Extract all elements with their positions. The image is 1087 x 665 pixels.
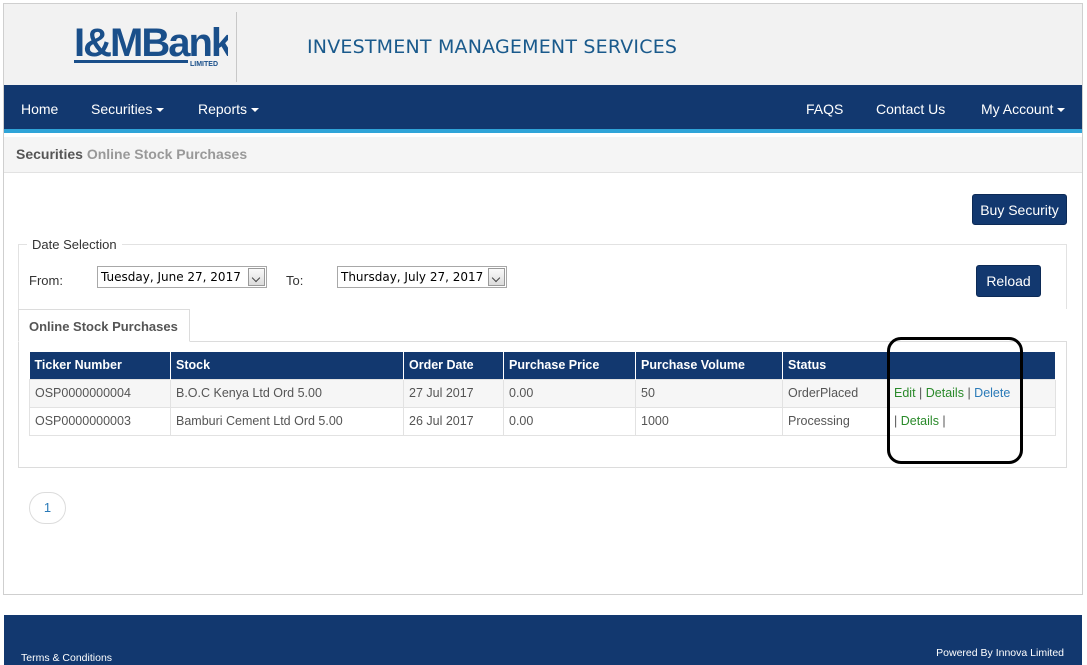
chevron-down-icon [1057,108,1066,113]
cell-ticker: OSP0000000003 [29,406,171,436]
nav-home[interactable]: Home [21,85,58,133]
cell-order-date: 27 Jul 2017 [403,378,504,408]
nav-faqs-label: FAQS [806,101,844,117]
nav-faqs[interactable]: FAQS [806,85,843,133]
cell-order-date: 26 Jul 2017 [403,406,504,436]
action-separator: | [938,414,946,428]
nav-securities-label: Securities [91,101,153,117]
action-separator: | [894,414,901,428]
chevron-down-icon [156,108,165,113]
site-footer: Terms & Conditions Powered By Innova Lim… [4,615,1082,665]
site-header: I&MBank LIMITED INVESTMENT MANAGEMENT SE… [4,4,1082,85]
cell-actions: Edit | Details | Delete [888,378,1056,408]
col-purchase-volume[interactable]: Purchase Volume [635,352,783,379]
cell-status: Processing [782,406,889,436]
cell-ticker: OSP0000000004 [29,378,171,408]
site-title: INVESTMENT MANAGEMENT SERVICES [307,36,678,58]
nav-account-label: My Account [981,101,1054,117]
reload-button[interactable]: Reload [976,265,1041,297]
col-order-date[interactable]: Order Date [403,352,504,379]
from-date-value: Tuesday, June 27, 2017 [101,270,241,284]
to-date-value: Thursday, July 27, 2017 [341,270,484,284]
col-actions [888,352,1056,379]
terms-conditions-link[interactable]: Terms & Conditions [21,652,112,664]
details-link[interactable]: Details [926,386,964,400]
date-selection-legend: Date Selection [32,237,117,252]
col-ticker-number[interactable]: Ticker Number [29,352,171,379]
nav-home-label: Home [21,101,59,117]
nav-securities[interactable]: Securities [91,85,165,133]
breadcrumb-current: Online Stock Purchases [86,146,248,162]
action-separator: | [915,386,926,400]
logo-text: I&MBank [74,21,228,65]
cell-status: OrderPlaced [782,378,889,408]
cell-stock: B.O.C Kenya Ltd Ord 5.00 [170,378,404,408]
breadcrumb: Securities Online Stock Purchases [4,137,1082,173]
purchases-table: Ticker Number Stock Order Date Purchase … [29,352,1056,436]
pagination-page-1[interactable]: 1 [29,492,66,524]
nav-my-account[interactable]: My Account [981,85,1066,133]
buy-security-button[interactable]: Buy Security [972,194,1067,225]
nav-contact-label: Contact Us [876,101,946,117]
logo-subtext: LIMITED [190,61,218,68]
cell-volume: 50 [635,378,783,408]
cell-price: 0.00 [503,406,636,436]
to-date-picker[interactable]: Thursday, July 27, 2017 [337,266,507,288]
cell-actions: | Details | [888,406,1056,436]
delete-link[interactable]: Delete [974,386,1010,400]
action-separator: | [963,386,975,400]
breadcrumb-section[interactable]: Securities [16,146,83,162]
header-divider [236,12,237,82]
details-link[interactable]: Details [901,414,939,428]
edit-link[interactable]: Edit [894,386,916,400]
from-date-picker[interactable]: Tuesday, June 27, 2017 [97,266,267,288]
chevron-down-icon[interactable] [248,268,265,286]
nav-reports-label: Reports [198,101,248,117]
cell-volume: 1000 [635,406,783,436]
table-row: OSP0000000004 B.O.C Kenya Ltd Ord 5.00 2… [29,378,1056,408]
col-stock[interactable]: Stock [170,352,404,379]
cell-stock: Bamburi Cement Ltd Ord 5.00 [170,406,404,436]
col-status[interactable]: Status [782,352,889,379]
table-header-row: Ticker Number Stock Order Date Purchase … [29,352,1056,379]
nav-contact-us[interactable]: Contact Us [876,85,945,133]
nav-reports[interactable]: Reports [198,85,260,133]
to-label: To: [286,273,304,288]
chevron-down-icon[interactable] [488,268,505,286]
main-navbar: Home Securities Reports FAQS Contact Us … [4,85,1082,133]
from-label: From: [29,273,63,288]
tab-online-stock-purchases[interactable]: Online Stock Purchases [18,309,190,342]
powered-by-text: Powered By Innova Limited [936,647,1064,659]
chevron-down-icon [251,108,260,113]
im-bank-logo[interactable]: I&MBank LIMITED [72,20,228,70]
cell-price: 0.00 [503,378,636,408]
table-row: OSP0000000003 Bamburi Cement Ltd Ord 5.0… [29,406,1056,436]
col-purchase-price[interactable]: Purchase Price [503,352,636,379]
